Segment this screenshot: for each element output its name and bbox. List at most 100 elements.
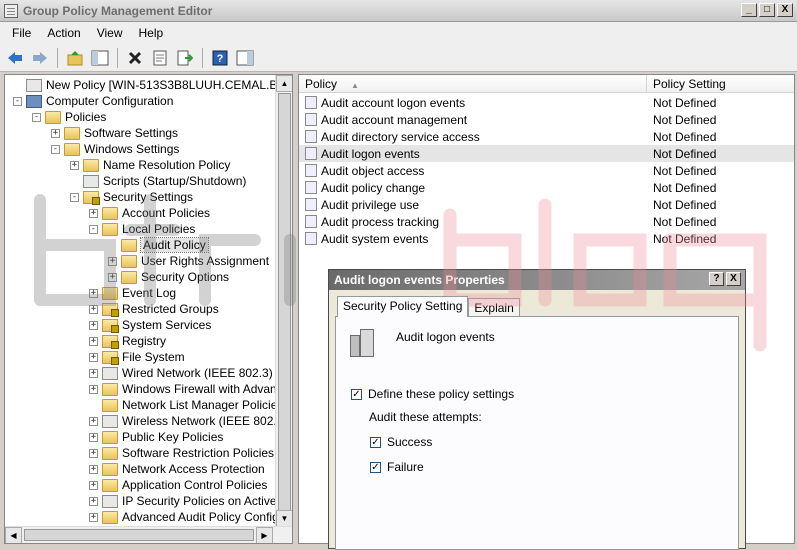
tree-node[interactable]: + Network Access Protection bbox=[89, 461, 265, 477]
expand-icon[interactable]: + bbox=[89, 288, 98, 298]
tree-node[interactable]: + Software Restriction Policies bbox=[89, 445, 274, 461]
tree-node[interactable]: + Registry bbox=[89, 333, 166, 349]
help-icon[interactable]: ? bbox=[209, 47, 231, 69]
list-item[interactable]: Audit account logon events Not Defined bbox=[299, 94, 794, 111]
tree-node[interactable]: - Policies bbox=[32, 109, 106, 125]
list-item[interactable]: Audit logon events Not Defined bbox=[299, 145, 794, 162]
server-policy-icon bbox=[350, 329, 376, 357]
tree-node[interactable]: New Policy [WIN-513S3B8LUUH.CEMAL.BTRISK… bbox=[13, 77, 275, 93]
expand-icon[interactable]: + bbox=[89, 352, 98, 362]
expand-icon[interactable]: + bbox=[89, 480, 98, 490]
expand-icon[interactable]: + bbox=[89, 336, 98, 346]
tree-node[interactable]: - Windows Settings bbox=[51, 141, 179, 157]
close-button[interactable]: X bbox=[777, 3, 793, 17]
scroll-down-icon[interactable]: ▼ bbox=[276, 510, 292, 527]
expand-icon[interactable]: + bbox=[89, 304, 98, 314]
scrollbar-thumb[interactable] bbox=[24, 529, 254, 541]
menu-action[interactable]: Action bbox=[39, 26, 88, 40]
expand-icon[interactable]: + bbox=[89, 368, 98, 378]
expand-icon[interactable]: + bbox=[89, 320, 98, 330]
list-item[interactable]: Audit system events Not Defined bbox=[299, 230, 794, 247]
list-item[interactable]: Audit directory service access Not Define… bbox=[299, 128, 794, 145]
tree-horizontal-scrollbar[interactable]: ◀ ▶ bbox=[5, 526, 292, 543]
action-pane-icon[interactable] bbox=[234, 47, 256, 69]
list-item[interactable]: Audit account management Not Defined bbox=[299, 111, 794, 128]
up-icon[interactable] bbox=[64, 47, 86, 69]
forward-icon[interactable] bbox=[29, 47, 51, 69]
tree-node[interactable]: + Wireless Network (IEEE 802.11) Policies bbox=[89, 413, 275, 429]
column-header-policy[interactable]: Policy ▲ bbox=[299, 75, 647, 93]
tree-node[interactable]: + Windows Firewall with Advanced Security bbox=[89, 381, 275, 397]
collapse-icon[interactable]: - bbox=[32, 112, 41, 122]
list-item[interactable]: Audit policy change Not Defined bbox=[299, 179, 794, 196]
tree-node[interactable]: + Wired Network (IEEE 802.3) Policies bbox=[89, 365, 275, 381]
tree-node[interactable]: + Security Options bbox=[108, 269, 229, 285]
dialog-close-button[interactable]: X bbox=[726, 272, 741, 286]
expand-icon[interactable]: + bbox=[89, 512, 98, 522]
success-checkbox[interactable]: ✓ bbox=[370, 437, 381, 448]
scroll-left-icon[interactable]: ◀ bbox=[5, 527, 22, 543]
delete-icon[interactable] bbox=[124, 47, 146, 69]
properties-icon[interactable] bbox=[149, 47, 171, 69]
column-header-policy-setting[interactable]: Policy Setting bbox=[647, 75, 794, 93]
collapse-icon[interactable]: - bbox=[70, 192, 79, 202]
collapse-icon[interactable]: - bbox=[13, 96, 22, 106]
menu-help[interactable]: Help bbox=[131, 26, 172, 40]
expand-icon[interactable]: + bbox=[89, 496, 98, 506]
menu-file[interactable]: File bbox=[4, 26, 39, 40]
maximize-button[interactable]: □ bbox=[759, 3, 775, 17]
tree-view[interactable]: New Policy [WIN-513S3B8LUUH.CEMAL.BTRISK… bbox=[5, 75, 275, 527]
expand-icon[interactable]: + bbox=[70, 160, 79, 170]
tree-node[interactable]: + Account Policies bbox=[89, 205, 210, 221]
tree-node[interactable]: - Computer Configuration bbox=[13, 93, 173, 109]
tab-explain[interactable]: Explain bbox=[468, 298, 520, 317]
tree-node[interactable]: - Security Settings bbox=[70, 189, 193, 205]
policy-name-text: Audit object access bbox=[321, 163, 425, 178]
show-hide-tree-icon[interactable] bbox=[89, 47, 111, 69]
tree-node[interactable]: + User Rights Assignment bbox=[108, 253, 269, 269]
scrollbar-thumb[interactable] bbox=[278, 93, 291, 513]
expand-icon[interactable]: + bbox=[108, 272, 117, 282]
tree-node[interactable]: Network List Manager Policies bbox=[89, 397, 275, 413]
tree-node[interactable]: + IP Security Policies on Active Director… bbox=[89, 493, 275, 509]
expand-icon[interactable]: + bbox=[89, 448, 98, 458]
dialog-help-button[interactable]: ? bbox=[709, 272, 724, 286]
scroll-right-icon[interactable]: ▶ bbox=[256, 527, 273, 543]
tree-node[interactable]: + File System bbox=[89, 349, 185, 365]
tree-node[interactable]: - Local Policies bbox=[89, 221, 195, 237]
export-icon[interactable] bbox=[174, 47, 196, 69]
minimize-button[interactable]: _ bbox=[741, 3, 757, 17]
expand-icon[interactable]: + bbox=[89, 416, 98, 426]
tree-node[interactable]: + Event Log bbox=[89, 285, 176, 301]
failure-checkbox[interactable]: ✓ bbox=[370, 462, 381, 473]
collapse-icon[interactable]: - bbox=[51, 144, 60, 154]
tree-node[interactable]: + Name Resolution Policy bbox=[70, 157, 230, 173]
expand-icon[interactable]: + bbox=[89, 464, 98, 474]
tree-node[interactable]: + Restricted Groups bbox=[89, 301, 219, 317]
tree-node[interactable]: + Advanced Audit Policy Configuration bbox=[89, 509, 275, 525]
tree-node[interactable]: Audit Policy bbox=[108, 237, 209, 253]
tree-node[interactable]: + Software Settings bbox=[51, 125, 178, 141]
expand-icon[interactable]: + bbox=[51, 128, 60, 138]
tree-node-label: New Policy [WIN-513S3B8LUUH.CEMAL.BTRISK… bbox=[46, 78, 275, 92]
define-policy-checkbox[interactable]: ✓ bbox=[351, 389, 362, 400]
tab-security-policy-setting[interactable]: Security Policy Setting bbox=[337, 296, 469, 317]
list-item[interactable]: Audit object access Not Defined bbox=[299, 162, 794, 179]
tree-node[interactable]: + Public Key Policies bbox=[89, 429, 223, 445]
collapse-icon[interactable]: - bbox=[89, 224, 98, 234]
expand-icon[interactable]: + bbox=[89, 432, 98, 442]
tree-node[interactable]: Scripts (Startup/Shutdown) bbox=[70, 173, 246, 189]
expand-icon[interactable]: + bbox=[89, 384, 98, 394]
console-tree[interactable]: New Policy [WIN-513S3B8LUUH.CEMAL.BTRISK… bbox=[4, 74, 293, 544]
list-item[interactable]: Audit process tracking Not Defined bbox=[299, 213, 794, 230]
tree-node[interactable]: + System Services bbox=[89, 317, 211, 333]
expand-icon[interactable]: + bbox=[89, 208, 98, 218]
scroll-up-icon[interactable]: ▲ bbox=[276, 75, 292, 92]
expand-icon[interactable]: + bbox=[108, 256, 117, 266]
list-item[interactable]: Audit privilege use Not Defined bbox=[299, 196, 794, 213]
tree-node[interactable]: + Application Control Policies bbox=[89, 477, 267, 493]
menu-view[interactable]: View bbox=[89, 26, 131, 40]
back-icon[interactable] bbox=[4, 47, 26, 69]
folder-icon bbox=[102, 398, 118, 412]
tree-vertical-scrollbar[interactable]: ▲ ▼ bbox=[275, 75, 292, 527]
